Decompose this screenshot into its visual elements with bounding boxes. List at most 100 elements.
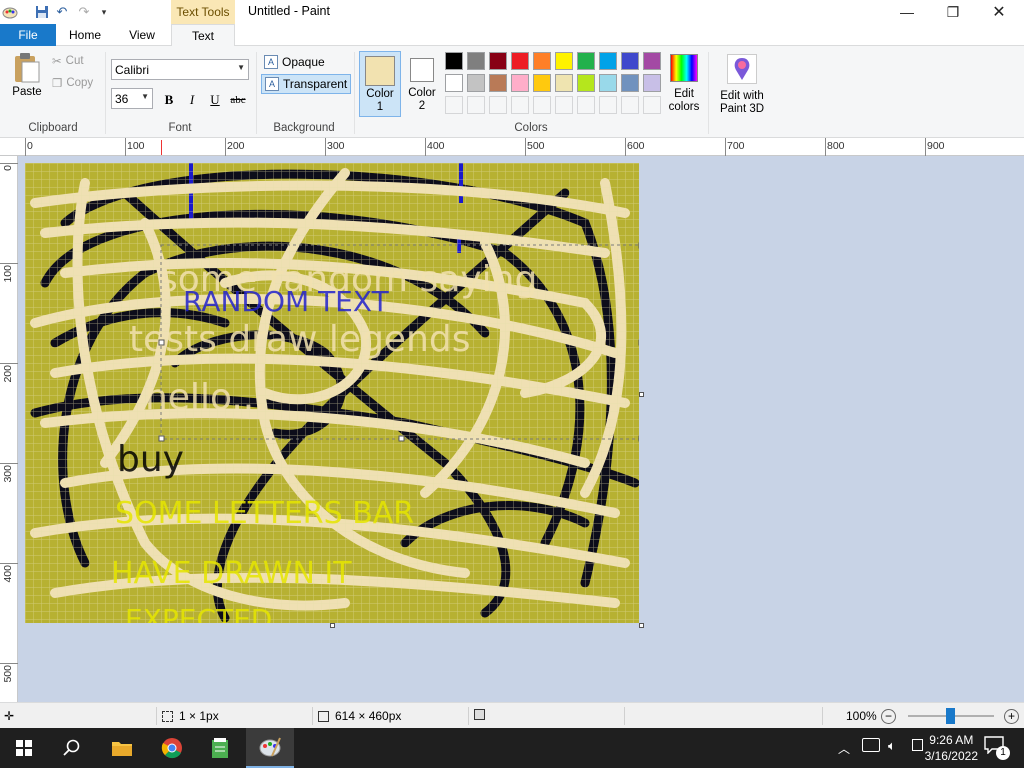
opaque-option[interactable]: A Opaque: [261, 52, 328, 72]
canvas-text-line: buy: [117, 439, 184, 480]
palette-swatch[interactable]: [533, 74, 551, 92]
volume-icon[interactable]: 🔈︎: [888, 738, 896, 754]
separator: [312, 707, 313, 725]
ruler-tick: [525, 138, 526, 156]
separator: [156, 707, 157, 725]
palette-swatch[interactable]: [511, 52, 529, 70]
copy-button[interactable]: ❐ Copy: [52, 76, 93, 90]
tab-home[interactable]: Home: [56, 24, 114, 46]
underline-button[interactable]: U: [205, 90, 225, 110]
transparent-icon: A: [265, 77, 279, 91]
file-size: [474, 709, 485, 720]
palette-empty-swatch[interactable]: [643, 96, 661, 114]
tab-file[interactable]: File: [0, 24, 56, 46]
canvas-resize-handle-bottom[interactable]: [330, 623, 335, 628]
notepad-button[interactable]: [196, 728, 244, 768]
tab-text[interactable]: Text: [171, 24, 235, 47]
palette-empty-swatch[interactable]: [577, 96, 595, 114]
palette-swatch[interactable]: [599, 74, 617, 92]
palette-swatch[interactable]: [621, 52, 639, 70]
separator: [354, 52, 355, 134]
clock[interactable]: 9:26 AM 3/16/2022: [925, 732, 978, 764]
strikethrough-button[interactable]: abc: [228, 90, 248, 110]
palette-empty-swatch[interactable]: [489, 96, 507, 114]
zoom-out-button[interactable]: −: [881, 709, 896, 724]
palette-swatch[interactable]: [555, 52, 573, 70]
color1-button[interactable]: Color 1: [359, 51, 401, 117]
text-tools-context-label: Text Tools: [171, 0, 235, 24]
notification-badge: 1: [996, 746, 1010, 760]
font-group-label: Font: [168, 122, 192, 134]
chrome-button[interactable]: [148, 728, 196, 768]
paint-app-icon[interactable]: [2, 4, 18, 20]
customize-quick-access-icon[interactable]: ▾: [96, 4, 112, 20]
palette-empty-swatch[interactable]: [621, 96, 639, 114]
undo-icon[interactable]: ↶: [54, 4, 70, 20]
rainbow-icon: [670, 54, 698, 82]
edit-colors-button[interactable]: Edit colors: [664, 52, 704, 118]
network-icon[interactable]: [862, 738, 880, 752]
palette-swatch[interactable]: [467, 52, 485, 70]
redo-icon[interactable]: ↷: [76, 4, 92, 20]
palette-empty-swatch[interactable]: [445, 96, 463, 114]
palette-swatch[interactable]: [555, 74, 573, 92]
palette-swatch[interactable]: [445, 74, 463, 92]
canvas-workspace[interactable]: some random saying RANDOM TEXT tests draw …: [18, 156, 1024, 702]
drawing-canvas[interactable]: some random saying RANDOM TEXT tests draw …: [25, 163, 644, 628]
color1-label-b: 1: [376, 101, 384, 113]
transparent-option[interactable]: A Transparent: [261, 74, 352, 94]
edit-with-paint3d-button[interactable]: Edit with Paint 3D: [714, 52, 770, 118]
copy-icon: ❐: [52, 78, 63, 90]
ruler-label: 100: [127, 140, 145, 152]
ruler-tick: [625, 138, 626, 156]
ruler-tick: [325, 138, 326, 156]
palette-swatch[interactable]: [577, 74, 595, 92]
cut-button[interactable]: ✂ Cut: [52, 54, 84, 68]
palette-empty-swatch[interactable]: [467, 96, 485, 114]
palette-swatch[interactable]: [621, 74, 639, 92]
bold-button[interactable]: B: [159, 90, 179, 110]
canvas-resize-handle-corner[interactable]: [639, 623, 644, 628]
palette-swatch[interactable]: [643, 52, 661, 70]
palette-swatch[interactable]: [577, 52, 595, 70]
zoom-slider-thumb[interactable]: [946, 708, 955, 724]
notification-center-button[interactable]: 1: [984, 736, 1010, 760]
italic-button[interactable]: I: [182, 90, 202, 110]
search-button[interactable]: [48, 728, 96, 768]
keyboard-icon[interactable]: [912, 739, 923, 751]
background-group-label: Background: [273, 122, 335, 134]
separator: [256, 52, 257, 134]
palette-swatch[interactable]: [599, 52, 617, 70]
palette-empty-swatch[interactable]: [533, 96, 551, 114]
chevron-down-icon[interactable]: ▼: [141, 92, 149, 101]
zoom-in-button[interactable]: +: [1004, 709, 1019, 724]
canvas-text-line: EXPECTED: [125, 603, 272, 623]
minimize-button[interactable]: —: [884, 0, 930, 24]
font-size-combo[interactable]: 36 ▼: [111, 88, 153, 109]
tab-view[interactable]: View: [114, 24, 170, 46]
palette-empty-swatch[interactable]: [511, 96, 529, 114]
start-button[interactable]: [0, 728, 48, 768]
palette-empty-swatch[interactable]: [555, 96, 573, 114]
separator: [105, 52, 106, 134]
palette-swatch[interactable]: [533, 52, 551, 70]
show-hidden-icons-button[interactable]: ︿: [838, 740, 850, 757]
font-family-combo[interactable]: Calibri ▼: [111, 59, 249, 80]
close-button[interactable]: ✕: [976, 0, 1022, 24]
maximize-button[interactable]: ❐: [930, 0, 976, 24]
paint-icon: [259, 737, 281, 757]
chevron-down-icon[interactable]: ▼: [237, 63, 245, 72]
palette-swatch[interactable]: [445, 52, 463, 70]
paste-button[interactable]: Paste: [6, 52, 48, 108]
palette-swatch[interactable]: [643, 74, 661, 92]
save-icon[interactable]: [34, 4, 50, 20]
palette-swatch[interactable]: [489, 74, 507, 92]
palette-swatch[interactable]: [489, 52, 507, 70]
palette-swatch[interactable]: [467, 74, 485, 92]
canvas-resize-handle-right[interactable]: [639, 392, 644, 397]
color2-button[interactable]: Color 2: [403, 51, 441, 117]
palette-swatch[interactable]: [511, 74, 529, 92]
paint-taskbar-button[interactable]: [246, 728, 294, 768]
file-explorer-button[interactable]: [98, 728, 146, 768]
palette-empty-swatch[interactable]: [599, 96, 617, 114]
